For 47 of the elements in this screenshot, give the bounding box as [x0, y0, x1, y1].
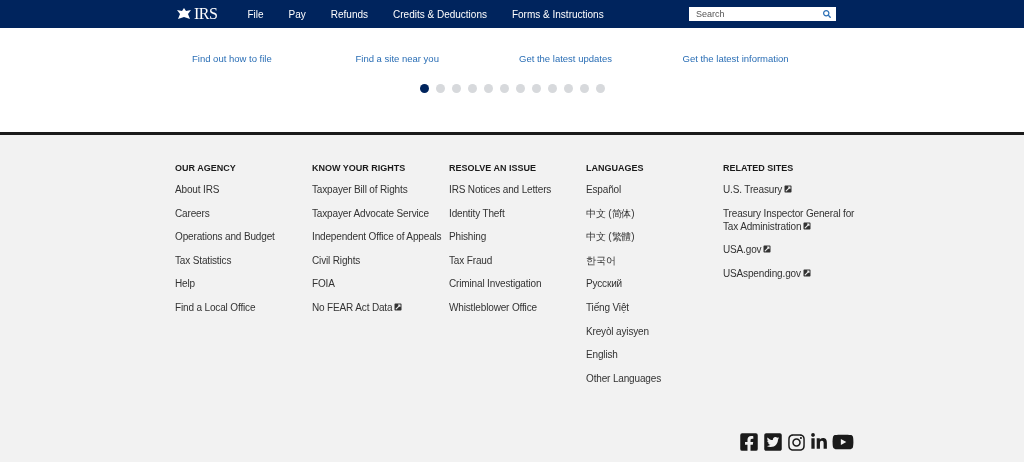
footer-link[interactable]: Help — [175, 277, 311, 291]
footer-link[interactable]: 中文 (繁體) — [586, 230, 722, 244]
footer-link[interactable]: Taxpayer Advocate Service — [312, 206, 448, 220]
footer-link[interactable]: English — [586, 348, 722, 362]
footer-link[interactable]: Русский — [586, 277, 722, 291]
footer-link[interactable]: Treasury Inspector General for Tax Administration — [723, 206, 859, 233]
footer-link[interactable]: Criminal Investigation — [449, 277, 585, 291]
footer-link[interactable]: U.S. Treasury — [723, 183, 859, 196]
footer-link[interactable]: Tiếng Việt — [586, 300, 722, 314]
footer-link[interactable]: Kreyòl ayisyen — [586, 324, 722, 338]
quick-link[interactable]: Find a site near you — [355, 53, 519, 64]
nav-link[interactable]: Credits & Deductions — [393, 8, 487, 20]
footer-link[interactable]: Phishing — [449, 230, 585, 244]
footer-link[interactable]: Español — [586, 183, 722, 196]
column-heading: OUR AGENCY — [175, 163, 237, 173]
footer-link[interactable]: Taxpayer Bill of Rights — [312, 183, 448, 196]
column-heading: KNOW YOUR RIGHTS — [312, 163, 407, 173]
nav-link[interactable]: Pay — [288, 8, 306, 20]
column-heading: LANGUAGES — [586, 163, 645, 173]
footer-link[interactable]: Careers — [175, 206, 311, 220]
nav-link[interactable]: Forms & Instructions — [511, 8, 604, 20]
nav-link[interactable]: File — [247, 8, 264, 20]
quick-link[interactable]: Get the latest updates — [519, 53, 683, 64]
footer-link[interactable]: No FEAR Act Data — [312, 300, 448, 314]
column-heading: RELATED SITES — [723, 163, 795, 173]
footer-link[interactable]: Whistleblower Office — [449, 300, 585, 314]
nav-link[interactable]: Refunds — [330, 8, 368, 20]
footer-link[interactable]: Operations and Budget — [175, 230, 311, 244]
footer-link[interactable]: Tax Fraud — [449, 253, 585, 267]
footer-link[interactable]: Civil Rights — [312, 253, 448, 267]
quick-link[interactable]: Find out how to file — [192, 53, 356, 64]
logo-text[interactable]: IRS — [194, 5, 218, 23]
footer-link[interactable]: 한국어 — [586, 253, 722, 267]
search-field[interactable]: Search — [689, 7, 836, 21]
footer-link[interactable]: Find a Local Office — [175, 300, 311, 314]
footer-link[interactable]: USAspending.gov — [723, 266, 859, 280]
quick-link[interactable]: Get the latest information — [682, 53, 846, 64]
footer-link[interactable]: FOIA — [312, 277, 448, 291]
column-heading: RESOLVE AN ISSUE — [449, 163, 538, 173]
footer-link[interactable]: About IRS — [175, 183, 311, 196]
footer-link[interactable]: USA.gov — [723, 243, 859, 257]
footer-link[interactable]: Identity Theft — [449, 206, 585, 220]
footer-link[interactable]: Tax Statistics — [175, 253, 311, 267]
footer-link[interactable]: Other Languages — [586, 371, 722, 385]
footer-link[interactable]: Independent Office of Appeals — [312, 230, 448, 244]
footer-link[interactable]: IRS Notices and Letters — [449, 183, 585, 196]
footer-link[interactable]: 中文 (简体) — [586, 206, 722, 220]
